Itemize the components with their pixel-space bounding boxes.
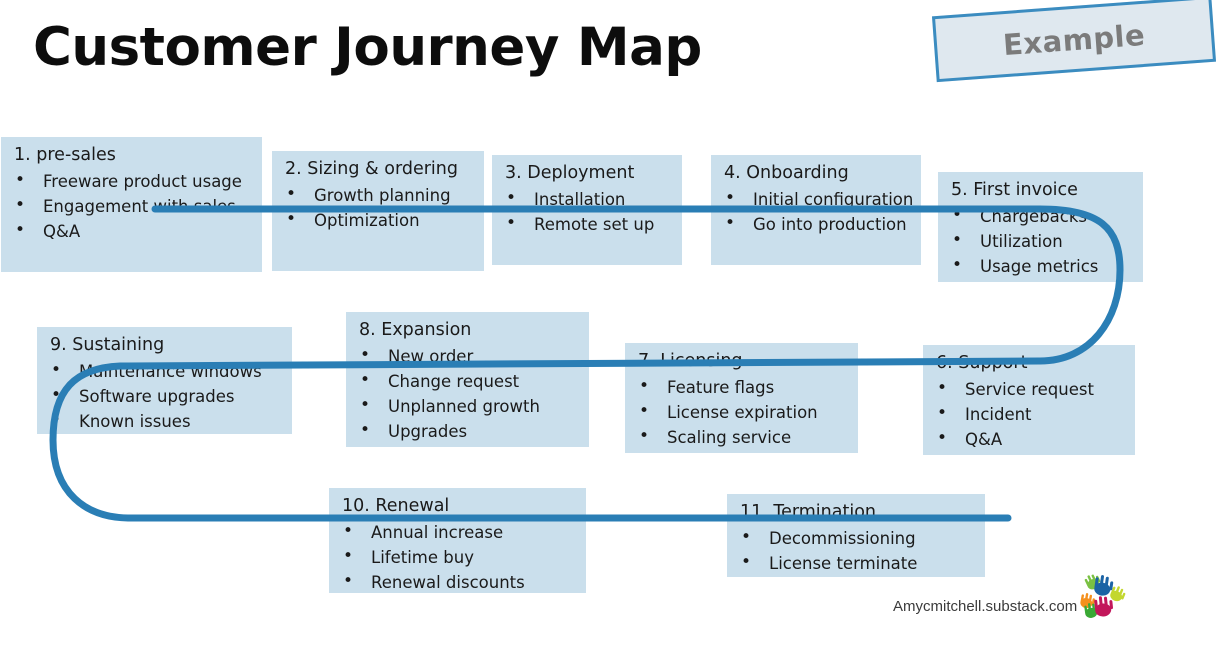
stage-item: Software upgrades <box>47 383 288 409</box>
stage-box-9: 9. Sustaining Maintenance windowsSoftware… <box>37 327 292 434</box>
stage-item: Go into production <box>721 211 917 237</box>
stage-item: Freeware product usage <box>11 168 258 194</box>
stage-item: Upgrades <box>356 418 585 444</box>
stage-item: Chargebacks <box>948 203 1139 229</box>
example-badge-label: Example <box>1001 17 1147 63</box>
stage-item: Growth planning <box>282 182 480 208</box>
stage-item: Renewal discounts <box>339 569 582 595</box>
stage-box-6: 6. Support Service requestIncidentQ&A <box>923 345 1135 455</box>
stage-item: Usage metrics <box>948 253 1139 279</box>
stage-item-list: Growth planningOptimization <box>282 182 480 233</box>
stage-item-list: Maintenance windowsSoftware upgradesKnow… <box>47 358 288 434</box>
stage-item: Maintenance windows <box>47 358 288 384</box>
stage-item: Annual increase <box>339 519 582 545</box>
stage-title: 11. Termination <box>740 502 877 522</box>
stage-box-8: 8. Expansion New orderChange requestUnpla… <box>346 312 589 447</box>
stage-item: License terminate <box>737 550 981 576</box>
stage-box-4: 4. Onboarding Initial configurationGo int… <box>711 155 921 265</box>
stage-item: Initial configuration <box>721 186 917 212</box>
stage-item: New order <box>356 343 585 369</box>
stage-item: Engagement with sales <box>11 193 258 219</box>
stage-item: Change request <box>356 368 585 394</box>
stage-box-1: 1. pre-sales Freeware product usageEngage… <box>1 137 262 272</box>
example-badge: Example <box>931 0 1217 83</box>
stage-box-2: 2. Sizing & ordering Growth planningOptim… <box>272 151 484 271</box>
stage-item-list: ChargebacksUtilizationUsage metrics <box>948 203 1139 279</box>
stage-item: License expiration <box>635 399 854 425</box>
stage-item: Scaling service <box>635 424 854 450</box>
stage-title: 7. Licensing <box>638 351 743 371</box>
stage-item: Utilization <box>948 228 1139 254</box>
colorful-hands-logo <box>1079 573 1133 625</box>
stage-title: 9. Sustaining <box>50 335 165 355</box>
stage-item: Service request <box>933 376 1131 402</box>
stage-item: Lifetime buy <box>339 544 582 570</box>
stage-item: Incident <box>933 401 1131 427</box>
customer-journey-map-canvas: Customer Journey Map Example 1. pre-sale… <box>0 0 1218 647</box>
stage-title: 3. Deployment <box>505 163 635 183</box>
stage-title: 8. Expansion <box>359 320 472 340</box>
footer-credit: Amycmitchell.substack.com <box>893 598 1078 615</box>
stage-item: Remote set up <box>502 211 678 237</box>
stage-box-7: 7. Licensing Feature flagsLicense expirat… <box>625 343 858 453</box>
stage-box-3: 3. Deployment InstallationRemote set up <box>492 155 682 265</box>
stage-item-list: DecommissioningLicense terminate <box>737 525 981 576</box>
stage-item: Installation <box>502 186 678 212</box>
stage-item-list: Annual increaseLifetime buyRenewal disco… <box>339 519 582 595</box>
stage-item-list: Feature flagsLicense expirationScaling s… <box>635 374 854 450</box>
stage-item-list: InstallationRemote set up <box>502 186 678 237</box>
stage-item: Q&A <box>933 426 1131 452</box>
stage-box-10: 10. Renewal Annual increaseLifetime buyRe… <box>329 488 586 595</box>
stage-item: Feature flags <box>635 374 854 400</box>
stage-box-11: 11. Termination DecommissioningLicense te… <box>727 494 985 577</box>
stage-item: Optimization <box>282 207 480 233</box>
stage-item: Q&A <box>11 218 258 244</box>
stage-box-5: 5. First invoice ChargebacksUtilizationUs… <box>938 172 1143 282</box>
stage-item-list: New orderChange requestUnplanned growthU… <box>356 343 585 444</box>
journey-flow-line <box>49 205 1124 522</box>
stage-title: 10. Renewal <box>342 496 450 516</box>
stage-title: 2. Sizing & ordering <box>285 159 458 179</box>
stage-title: 4. Onboarding <box>724 163 849 183</box>
stage-title: 6. Support <box>936 353 1028 373</box>
stage-item-list: Service requestIncidentQ&A <box>933 376 1131 452</box>
stage-item: Unplanned growth <box>356 393 585 419</box>
stage-item: Known issues <box>47 408 288 434</box>
stage-title: 5. First invoice <box>951 180 1078 200</box>
stage-item: Decommissioning <box>737 525 981 551</box>
stage-title: 1. pre-sales <box>14 145 116 165</box>
stage-item-list: Initial configurationGo into production <box>721 186 917 237</box>
stage-item-list: Freeware product usageEngagement with sa… <box>11 168 258 244</box>
page-title: Customer Journey Map <box>33 17 702 78</box>
